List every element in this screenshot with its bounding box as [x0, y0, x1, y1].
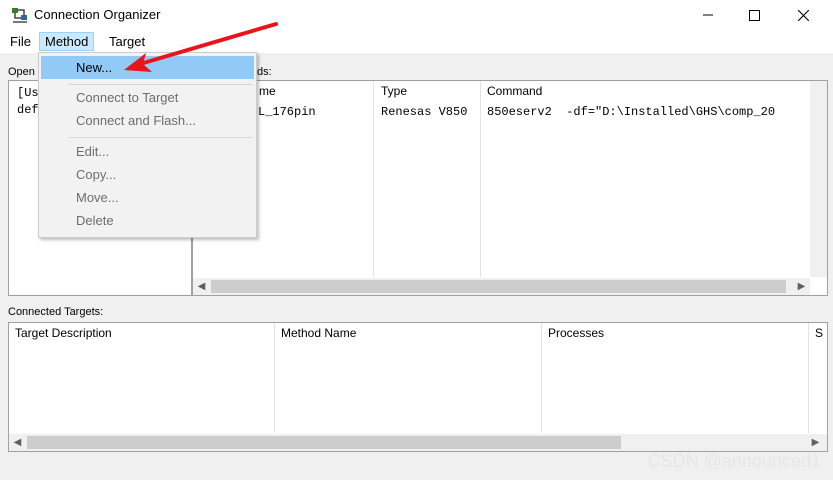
menu-bar: File Method Target — [0, 30, 833, 53]
horizontal-scrollbar[interactable]: ◀ ▶ — [9, 434, 827, 451]
scrollbar-thumb[interactable] — [27, 436, 621, 449]
menu-separator — [69, 84, 253, 85]
method-dropdown-menu: New... Connect to Target Connect and Fla… — [38, 52, 257, 238]
methods-table[interactable]: me Type Command L_176pin Renesas V850 85… — [192, 80, 828, 296]
list-item[interactable]: def — [17, 103, 39, 117]
column-header-name[interactable]: me — [253, 81, 373, 101]
connected-targets-label: Connected Targets: — [8, 306, 104, 318]
close-button[interactable] — [780, 0, 826, 30]
method-command-cell[interactable]: 850eserv2 -df="D:\Installed\GHS\comp_20 — [487, 105, 807, 119]
method-name-cell[interactable]: L_176pin — [258, 105, 372, 119]
menu-item-connect-to-target[interactable]: Connect to Target — [41, 86, 254, 109]
column-header-s[interactable]: S — [809, 323, 827, 343]
scrollbar-thumb[interactable] — [211, 280, 786, 293]
methods-panel-label: ds: — [257, 66, 272, 78]
horizontal-scrollbar[interactable]: ◀ ▶ — [193, 278, 810, 295]
minimize-button[interactable] — [685, 0, 731, 30]
menu-item-copy[interactable]: Copy... — [41, 163, 254, 186]
connection-organizer-window: Connection Organizer File Method Target … — [0, 0, 833, 480]
network-connection-icon — [11, 6, 29, 24]
menu-separator — [69, 137, 253, 138]
maximize-icon — [748, 9, 760, 21]
scroll-left-icon[interactable]: ◀ — [9, 434, 26, 451]
column-header-method-name[interactable]: Method Name — [275, 323, 541, 343]
maximize-button[interactable] — [731, 0, 777, 30]
scroll-left-icon[interactable]: ◀ — [193, 278, 210, 295]
column-divider — [480, 81, 481, 277]
list-item[interactable]: [Us — [17, 86, 39, 100]
menu-item-move[interactable]: Move... — [41, 186, 254, 209]
vertical-scrollbar[interactable] — [810, 81, 827, 277]
window-title: Connection Organizer — [34, 7, 161, 22]
menu-item-delete[interactable]: Delete — [41, 209, 254, 232]
minimize-icon — [703, 10, 713, 20]
method-type-cell[interactable]: Renesas V850 — [381, 105, 480, 119]
scroll-right-icon[interactable]: ▶ — [807, 434, 824, 451]
menu-target[interactable]: Target — [104, 32, 150, 51]
menu-method[interactable]: Method — [39, 32, 95, 51]
menu-item-edit[interactable]: Edit... — [41, 140, 254, 163]
column-header-target-description[interactable]: Target Description — [9, 323, 274, 343]
menu-file[interactable]: File — [5, 32, 36, 51]
column-header-command[interactable]: Command — [481, 81, 811, 101]
menu-item-new[interactable]: New... — [41, 56, 254, 79]
watermark: CSDN @announced1 — [647, 451, 821, 471]
close-icon — [797, 9, 809, 21]
title-bar: Connection Organizer — [0, 0, 833, 30]
column-divider — [373, 81, 374, 277]
scroll-right-icon[interactable]: ▶ — [793, 278, 810, 295]
column-header-type[interactable]: Type — [375, 81, 479, 101]
connected-targets-table[interactable]: Target Description Method Name Processes… — [8, 322, 828, 452]
menu-item-connect-and-flash[interactable]: Connect and Flash... — [41, 109, 254, 132]
open-panel-label: Open — [8, 66, 35, 78]
column-header-processes[interactable]: Processes — [542, 323, 808, 343]
